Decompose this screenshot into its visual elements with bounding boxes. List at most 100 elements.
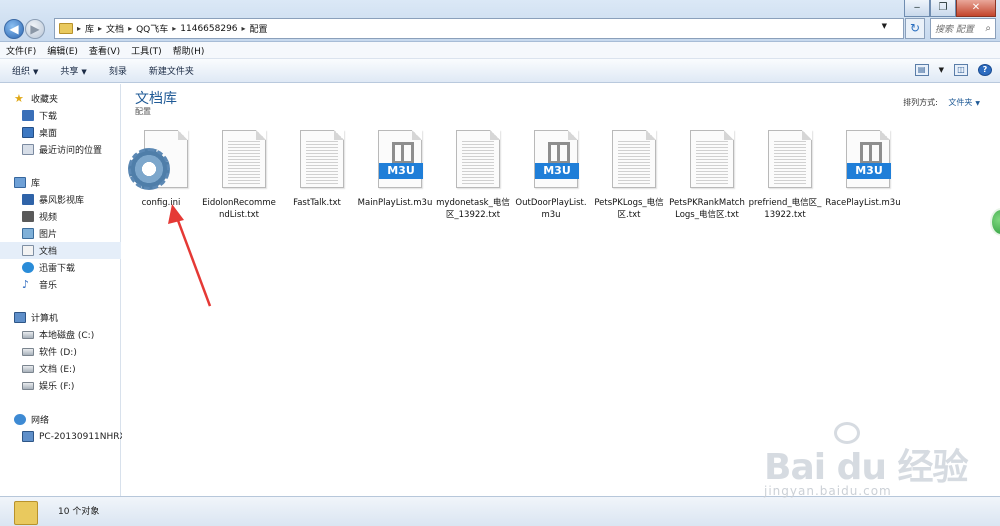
network-group: 网络 PC-20130911NHRX xyxy=(0,411,126,445)
file-item[interactable]: M3U OutDoorPlayList.m3u xyxy=(512,128,590,221)
file-item[interactable]: prefriend_电信区_13922.txt xyxy=(746,128,824,221)
arrange-label: 排列方式: xyxy=(903,98,938,107)
arrange-dropdown[interactable]: 文件夹 ▼ xyxy=(948,98,980,107)
text-lines xyxy=(774,139,806,185)
address-bar[interactable]: ▸ 库 ▸ 文档 ▸ QQ飞车 ▸ 1146658296 ▸ 配置 ▼ xyxy=(54,18,904,39)
search-icon[interactable]: ⌕ xyxy=(985,23,991,34)
file-name: PetsPKRankMatchLogs_电信区.txt xyxy=(669,198,745,220)
preview-pane-icon[interactable]: ◫ xyxy=(954,64,968,76)
computer-icon xyxy=(22,431,34,442)
computer-icon xyxy=(14,312,26,323)
text-file-icon xyxy=(216,128,266,191)
breadcrumb-documents[interactable]: 文档 xyxy=(106,22,124,35)
text-lines xyxy=(618,139,650,185)
new-folder-button[interactable]: 新建文件夹 xyxy=(149,64,194,77)
folder-icon xyxy=(59,23,73,34)
chevron-down-icon[interactable]: ▼ xyxy=(882,22,887,30)
chevron-down-icon[interactable]: ▼ xyxy=(939,66,944,74)
sidebar-item-documents[interactable]: 文档 xyxy=(0,242,121,259)
sidebar-item-baofeng[interactable]: 暴风影视库 xyxy=(0,191,121,208)
file-item[interactable]: EidolonRecommendList.txt xyxy=(200,128,278,221)
sidebar-item-drive-f[interactable]: 娱乐 (F:) xyxy=(0,377,121,394)
sidebar-item-label: 最近访问的位置 xyxy=(39,146,103,156)
sidebar-item-drive-d[interactable]: 软件 (D:) xyxy=(0,343,121,360)
video-library-icon xyxy=(22,194,34,205)
breadcrumb-separator[interactable]: ▸ xyxy=(242,24,246,33)
page-shape xyxy=(690,130,734,188)
file-item[interactable]: M3U MainPlayList.m3u xyxy=(356,128,434,209)
menu-file[interactable]: 文件(F) xyxy=(6,44,36,57)
sidebar-item-thunder[interactable]: 迅雷下载 xyxy=(0,259,121,276)
page-shape xyxy=(222,130,266,188)
sidebar-item-label: 库 xyxy=(31,179,41,189)
maximize-button[interactable]: ❐ xyxy=(930,0,956,17)
breadcrumb-account[interactable]: 1146658296 xyxy=(180,24,237,34)
breadcrumb-separator[interactable]: ▸ xyxy=(98,24,102,33)
breadcrumb-separator[interactable]: ▸ xyxy=(172,24,176,33)
search-placeholder: 搜索 配置 xyxy=(935,25,974,35)
close-button[interactable]: ✕ xyxy=(956,0,996,17)
sidebar-item-downloads[interactable]: 下载 xyxy=(0,107,121,124)
text-lines xyxy=(228,139,260,185)
share-label: 共享 xyxy=(60,67,79,77)
sidebar-item-drive-e[interactable]: 文档 (E:) xyxy=(0,360,121,377)
file-item[interactable]: mydonetask_电信区_13922.txt xyxy=(434,128,512,221)
sidebar-item-label: 音乐 xyxy=(39,281,58,291)
drive-icon xyxy=(22,347,34,356)
item-count: 10 个对象 xyxy=(58,507,100,517)
sidebar-item-label: 桌面 xyxy=(39,129,58,139)
sidebar-item-recent-places[interactable]: 最近访问的位置 xyxy=(0,141,121,158)
music-note-icon: ♪ xyxy=(22,278,30,291)
sidebar-item-pictures[interactable]: 图片 xyxy=(0,225,121,242)
back-button[interactable]: ◀ xyxy=(4,19,24,39)
text-file-icon xyxy=(294,128,344,191)
sidebar-item-label: 暴风影视库 xyxy=(39,196,85,206)
chevron-down-icon: ▼ xyxy=(33,68,39,76)
file-item[interactable]: FastTalk.txt xyxy=(278,128,356,209)
text-lines xyxy=(306,139,338,185)
file-item[interactable]: M3U RacePlayList.m3u xyxy=(824,128,902,209)
breadcrumb-config[interactable]: 配置 xyxy=(250,22,268,35)
file-item[interactable]: PetsPKLogs_电信区.txt xyxy=(590,128,668,221)
refresh-button[interactable]: ↻ xyxy=(905,18,925,39)
sidebar-item-favorites[interactable]: ★ 收藏夹 xyxy=(0,90,121,107)
forward-button[interactable]: ▶ xyxy=(25,19,45,39)
breadcrumb-library[interactable]: 库 xyxy=(85,22,94,35)
download-folder-icon xyxy=(22,110,34,121)
menu-edit[interactable]: 编辑(E) xyxy=(47,44,78,57)
sidebar-item-videos[interactable]: 视频 xyxy=(0,208,121,225)
sidebar-item-libraries[interactable]: 库 xyxy=(0,174,121,191)
page-shape xyxy=(300,130,344,188)
library-icon xyxy=(14,177,26,188)
file-name: mydonetask_电信区_13922.txt xyxy=(436,198,510,220)
help-icon[interactable]: ? xyxy=(978,64,992,76)
sidebar-item-desktop[interactable]: 桌面 xyxy=(0,124,121,141)
share-button[interactable]: 共享 ▼ xyxy=(60,64,86,77)
search-input[interactable]: 搜索 配置 ⌕ xyxy=(930,18,996,39)
minimize-button[interactable]: ‒ xyxy=(904,0,930,17)
text-file-icon xyxy=(684,128,734,191)
organize-button[interactable]: 组织 ▼ xyxy=(12,64,38,77)
breadcrumb-qq-speed[interactable]: QQ飞车 xyxy=(136,22,168,35)
change-view-icon[interactable]: ▤ xyxy=(914,64,929,76)
file-name: FastTalk.txt xyxy=(293,198,341,208)
sidebar-item-computer[interactable]: 计算机 xyxy=(0,309,121,326)
sidebar-item-network[interactable]: 网络 xyxy=(0,411,121,428)
window-controls: ‒ ❐ ✕ xyxy=(904,0,996,17)
breadcrumb-separator[interactable]: ▸ xyxy=(128,24,132,33)
file-name: PetsPKLogs_电信区.txt xyxy=(594,198,664,220)
sidebar-item-music[interactable]: ♪ 音乐 xyxy=(0,276,121,293)
menu-tools[interactable]: 工具(T) xyxy=(131,44,162,57)
menu-help[interactable]: 帮助(H) xyxy=(173,44,205,57)
sidebar-item-drive-c[interactable]: 本地磁盘 (C:) xyxy=(0,326,121,343)
burn-button[interactable]: 刻录 xyxy=(109,64,127,77)
sidebar-item-pc-network[interactable]: PC-20130911NHRX xyxy=(0,428,126,445)
sidebar-item-label: 下载 xyxy=(39,112,58,122)
file-item[interactable]: PetsPKRankMatchLogs_电信区.txt xyxy=(668,128,746,221)
breadcrumb-separator[interactable]: ▸ xyxy=(77,24,81,33)
film-icon xyxy=(22,211,34,222)
menu-view[interactable]: 查看(V) xyxy=(89,44,120,57)
title-bar: ‒ ❐ ✕ ◀ ▶ ▸ 库 ▸ 文档 ▸ QQ飞车 ▸ 1146658296 ▸… xyxy=(0,0,1000,42)
sidebar-item-label: 收藏夹 xyxy=(31,95,59,105)
file-item[interactable]: config.ini xyxy=(122,128,200,209)
